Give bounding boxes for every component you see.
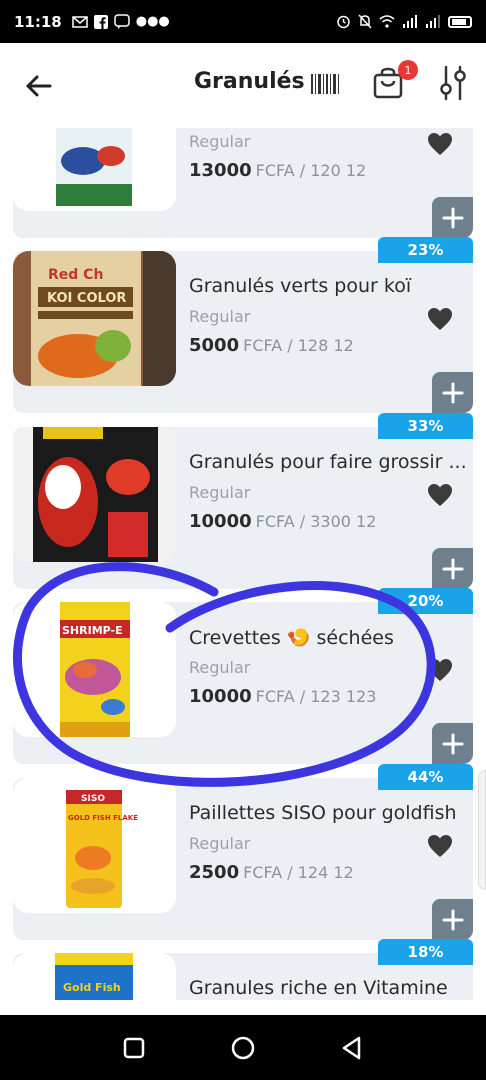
product-card[interactable]: SHRIMP-E 20% Crevettes 🍤 séchées Regular… xyxy=(13,588,473,764)
mute-icon xyxy=(358,14,372,29)
discount-badge: 23% xyxy=(378,237,473,263)
status-time: 11:18 xyxy=(14,12,62,31)
filter-sliders-icon[interactable] xyxy=(438,65,468,101)
signal-icon-2 xyxy=(426,15,440,28)
back-nav-icon[interactable] xyxy=(337,1033,367,1063)
heart-icon[interactable] xyxy=(427,307,453,331)
heart-icon[interactable] xyxy=(427,132,453,156)
product-image[interactable] xyxy=(13,128,176,211)
email-icon xyxy=(72,15,88,28)
messenger-icon xyxy=(114,13,130,29)
product-image-label: KOI COLOR xyxy=(47,291,126,306)
system-nav-bar xyxy=(0,1015,486,1080)
product-name[interactable]: Paillettes SISO pour goldfish xyxy=(189,802,471,824)
plus-icon xyxy=(442,207,463,228)
price-detail: FCFA / 123 123 xyxy=(255,687,377,706)
plus-icon xyxy=(442,382,463,403)
product-card[interactable]: 33% Granulés pour faire grossir ... Regu… xyxy=(13,413,473,589)
scroll-handle[interactable] xyxy=(478,770,486,890)
product-name[interactable]: Granulés verts pour koï xyxy=(189,275,471,297)
add-to-cart-button[interactable] xyxy=(432,197,473,238)
plus-icon xyxy=(442,909,463,930)
price-value: 13000 xyxy=(189,160,252,181)
product-name[interactable]: Granulés pour faire grossir ... xyxy=(189,451,471,473)
svg-text:Red Ch: Red Ch xyxy=(48,267,103,283)
product-image-label: GOLD FISH FLAKE xyxy=(68,814,138,822)
product-variant: Regular xyxy=(189,307,251,326)
plus-icon xyxy=(442,733,463,754)
product-card[interactable]: Red Ch KOI COLOR 23% Granulés verts pour… xyxy=(13,237,473,413)
barcode-scan-icon[interactable] xyxy=(310,71,340,97)
product-image-label: SHRIMP-E xyxy=(62,624,123,637)
home-icon[interactable] xyxy=(228,1033,258,1063)
product-card[interactable]: Regular 13000 FCFA / 120 12 xyxy=(13,128,473,238)
more-dots-icon: ●●● xyxy=(135,14,170,29)
battery-icon xyxy=(448,15,472,28)
heart-icon[interactable] xyxy=(427,483,453,507)
price-value: 5000 xyxy=(189,335,240,356)
price-detail: FCFA / 124 12 xyxy=(243,863,354,882)
product-image[interactable]: SHRIMP-E xyxy=(13,602,176,737)
add-to-cart-button[interactable] xyxy=(432,548,473,589)
add-to-cart-button[interactable] xyxy=(432,899,473,940)
product-variant: Regular xyxy=(189,658,251,677)
product-card[interactable]: Gold Fish 18% Granules riche en Vitamine xyxy=(13,939,473,1000)
price-value: 10000 xyxy=(189,686,252,707)
discount-badge: 33% xyxy=(378,413,473,439)
product-image[interactable]: Red Ch KOI COLOR xyxy=(13,251,176,386)
product-price: 10000 FCFA / 123 123 xyxy=(189,686,376,707)
product-card[interactable]: SISO GOLD FISH FLAKE 44% Paillettes SISO… xyxy=(13,764,473,940)
product-price: 5000 FCFA / 128 12 xyxy=(189,335,354,356)
price-value: 10000 xyxy=(189,511,252,532)
wifi-icon xyxy=(379,15,395,28)
facebook-icon xyxy=(93,14,108,29)
product-image[interactable]: SISO GOLD FISH FLAKE xyxy=(13,778,176,913)
product-price: 13000 FCFA / 120 12 xyxy=(189,160,366,181)
product-price: 10000 FCFA / 3300 12 xyxy=(189,511,376,532)
product-variant: Regular xyxy=(189,132,251,151)
price-detail: FCFA / 120 12 xyxy=(255,161,367,180)
plus-icon xyxy=(442,558,463,579)
product-name[interactable]: Granules riche en Vitamine xyxy=(189,977,471,999)
status-bar: 11:18 ●●● xyxy=(0,0,486,43)
app-header: Granulés 1 xyxy=(0,43,486,128)
discount-badge: 20% xyxy=(378,588,473,614)
price-detail: FCFA / 128 12 xyxy=(243,336,354,355)
heart-icon[interactable] xyxy=(427,658,453,682)
product-image-label: Gold Fish xyxy=(63,981,121,994)
product-variant: Regular xyxy=(189,834,251,853)
recent-apps-icon[interactable] xyxy=(119,1033,149,1063)
discount-badge: 44% xyxy=(378,764,473,790)
price-detail: FCFA / 3300 12 xyxy=(255,512,377,531)
page-title: Granulés xyxy=(194,69,305,94)
product-image[interactable] xyxy=(13,427,176,562)
product-price: 2500 FCFA / 124 12 xyxy=(189,862,354,883)
product-list[interactable]: Regular 13000 FCFA / 120 12 Red Ch KOI CO… xyxy=(0,128,486,1000)
back-arrow-icon[interactable] xyxy=(20,68,56,104)
add-to-cart-button[interactable] xyxy=(432,723,473,764)
cart-count-badge: 1 xyxy=(398,60,418,80)
discount-badge: 18% xyxy=(378,939,473,965)
price-value: 2500 xyxy=(189,862,240,883)
product-name[interactable]: Crevettes 🍤 séchées xyxy=(189,626,471,649)
alarm-icon xyxy=(337,15,350,29)
product-variant: Regular xyxy=(189,483,251,502)
signal-icon xyxy=(403,15,417,28)
add-to-cart-button[interactable] xyxy=(432,372,473,413)
product-image[interactable]: Gold Fish xyxy=(13,953,176,1000)
svg-text:SISO: SISO xyxy=(81,794,105,804)
heart-icon[interactable] xyxy=(427,834,453,858)
